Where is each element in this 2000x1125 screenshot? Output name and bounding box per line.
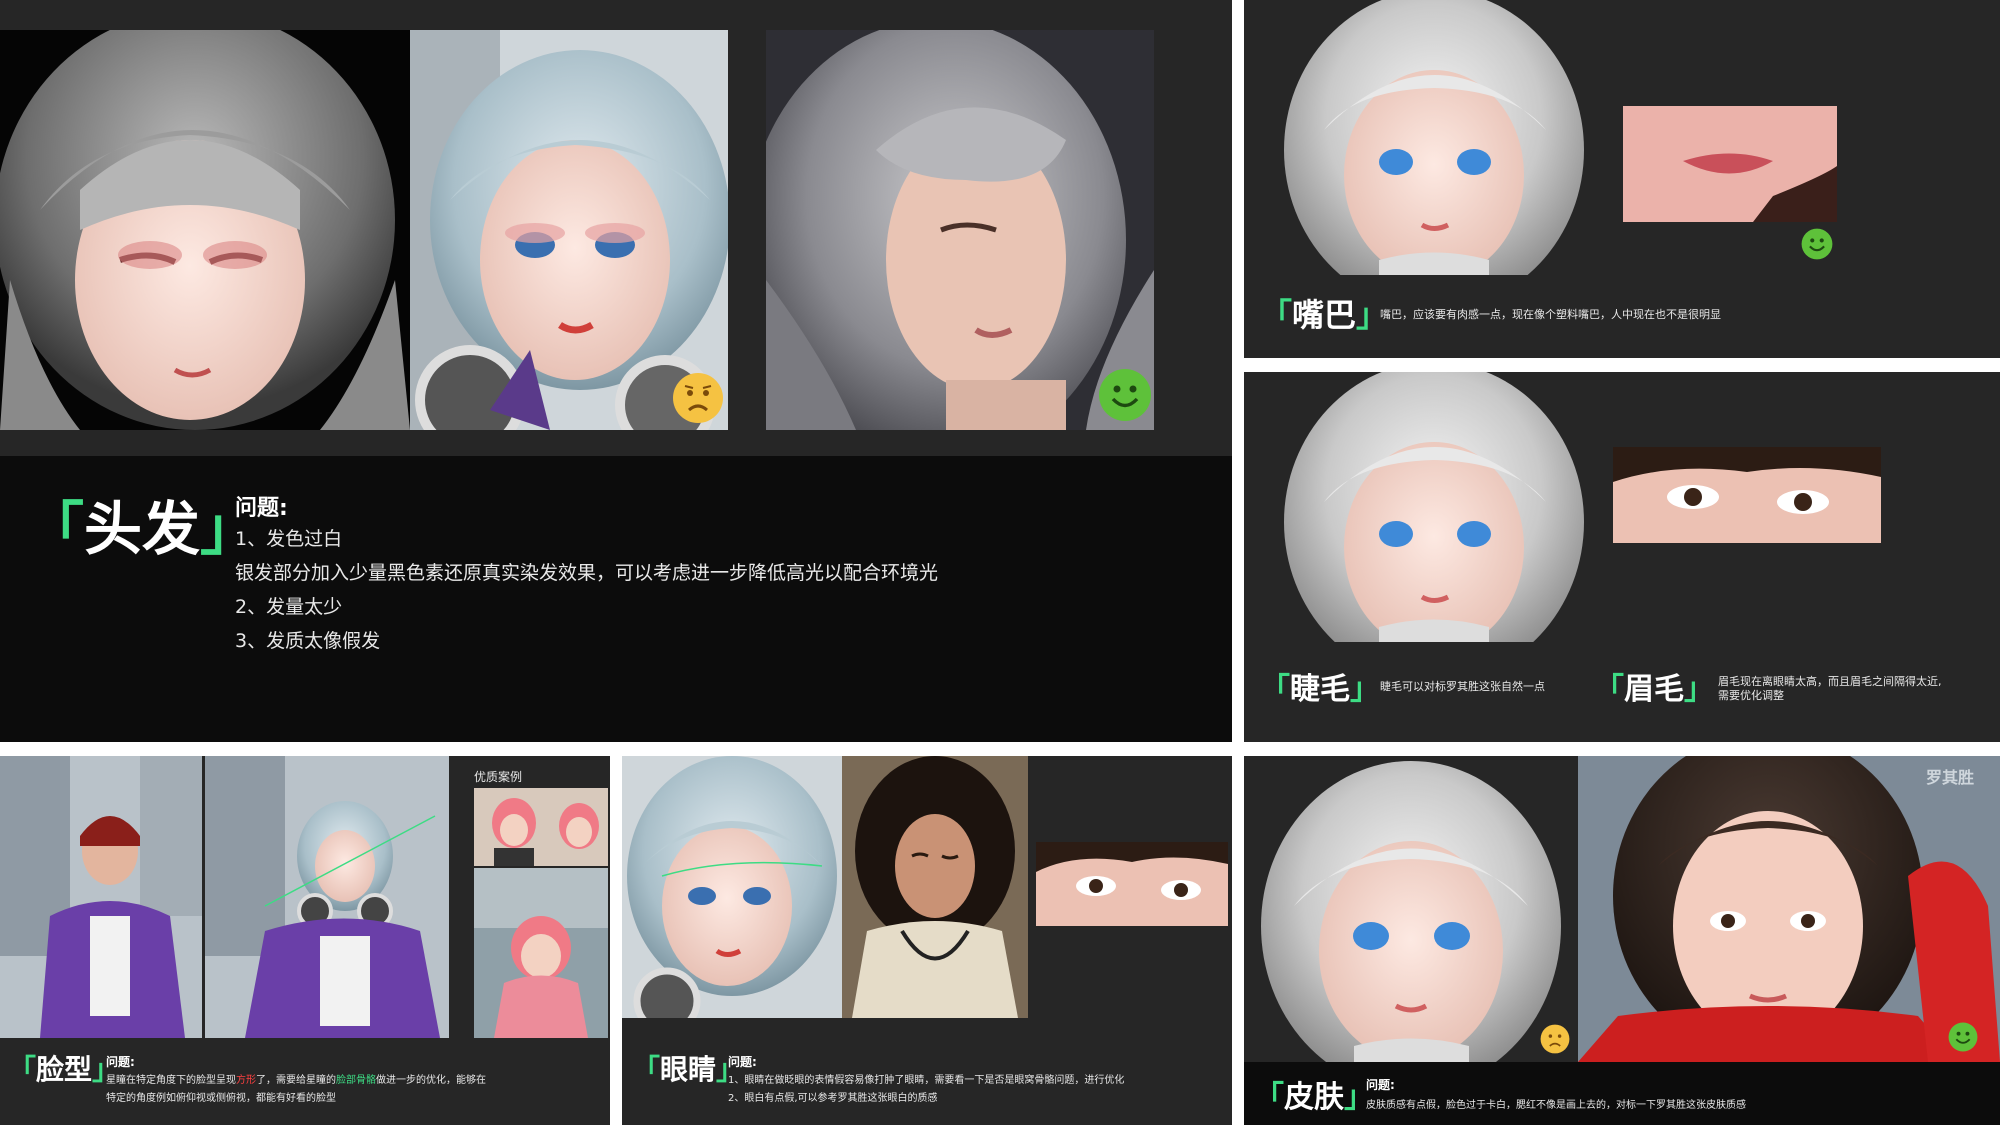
avatar-silver-photo-mouth [1284, 0, 1584, 275]
avatar-silver-photo-eyelash [1284, 372, 1584, 642]
eyes-line-1: 1、眼睛在做眨眼的表情假容易像打肿了眼睛，需要看一下是否是眼窝骨骼问题，进行优化 [728, 1075, 1125, 1086]
eyebrow-desc-line-2: 需要优化调整 [1718, 689, 1784, 702]
showcase-label: 优质案例 [474, 770, 523, 784]
sad-face-icon [1540, 1024, 1570, 1054]
happy-face-icon [1098, 368, 1152, 422]
sad-face-icon [672, 372, 724, 424]
avatar-silver-photo-skin [1244, 756, 1578, 1062]
showcase-photo-2 [474, 868, 608, 1038]
face-line-1: 星瞳在特定角度下的脸型呈现方形了，需要给星瞳的脸部骨骼做进一步的优化，能够在 [106, 1075, 486, 1086]
hair-line-1: 1、发色过白 [235, 528, 343, 550]
reference-girl-red-hoodie-photo [1578, 756, 2000, 1062]
eyes-line-2: 2、眼白有点假,可以参考罗其胜这张眼白的质感 [728, 1093, 938, 1104]
hair-text-area: 「头发」 问题: 1、发色过白 银发部分加入少量黑色素还原真实染发效果，可以考虑… [0, 456, 1232, 742]
eyelash-title: 「睫毛」 [1260, 672, 1380, 707]
showcase-photo-1 [474, 788, 608, 866]
reference-eyes-close-photo [1036, 842, 1228, 926]
mouth-title: 「嘴巴」 [1260, 296, 1389, 334]
hair-problem-label: 问题: [235, 496, 288, 521]
face-line-2: 特定的角度例如俯仰视或侧俯视，都能有好看的脸型 [106, 1093, 336, 1104]
skin-problem-label: 问题: [1366, 1078, 1395, 1092]
reference-eyes-photo [1613, 447, 1881, 543]
skin-line-1: 皮肤质感有点假，脸色过于卡白，腮红不像是画上去的，对标一下罗其胜这张皮肤质感 [1366, 1100, 1746, 1111]
avatar-purple-jacket-photo [205, 756, 449, 1038]
happy-face-icon [1948, 1022, 1978, 1052]
skin-text-area: 「皮肤」 问题: 皮肤质感有点假，脸色过于卡白，腮红不像是画上去的，对标一下罗其… [1244, 1062, 2000, 1125]
mouth-desc: 嘴巴，应该要有肉感一点，现在像个塑料嘴巴，人中现在也不是很明显 [1380, 308, 1721, 321]
eyes-slide: 「眼睛」 问题: 1、眼睛在做眨眼的表情假容易像打肿了眼睛，需要看一下是否是眼窝… [622, 756, 1232, 1125]
skin-slide: 罗其胜 「皮肤」 问题: 皮肤质感有点假，脸色过于卡白，腮红不像是画上去的，对标… [1244, 756, 2000, 1125]
mouth-slide: 「嘴巴」 嘴巴，应该要有肉感一点，现在像个塑料嘴巴，人中现在也不是很明显 [1244, 0, 2000, 358]
eyes-problem-label: 问题: [728, 1055, 757, 1069]
hair-title: 「头发」 [26, 495, 259, 563]
happy-face-icon [1801, 228, 1833, 260]
avatar-blue-hair-photo [410, 30, 728, 430]
reference-mouth-photo [1623, 106, 1837, 222]
face-problem-label: 问题: [106, 1055, 135, 1069]
face-shape-slide: 优质案例 「脸型」 问题: 星瞳在特定角度下的脸型呈现方形了，需要给星瞳的脸部骨… [0, 756, 610, 1125]
eyelash-desc: 睫毛可以对标罗其胜这张自然一点 [1380, 680, 1545, 693]
face-title: 「脸型」 [8, 1053, 121, 1086]
reference-name-label: 罗其胜 [1926, 768, 1975, 787]
hair-line-3: 2、发量太少 [235, 596, 343, 618]
reference-girl-purple-jacket-photo [0, 756, 202, 1038]
avatar-grey-hair-photo [0, 30, 410, 430]
avatar-blue-hair-eyes-photo [622, 756, 842, 1018]
hair-line-2: 银发部分加入少量黑色素还原真实染发效果，可以考虑进一步降低高光以配合环境光 [235, 562, 939, 584]
hair-line-4: 3、发质太像假发 [235, 630, 381, 652]
eyelash-eyebrow-slide: 「睫毛」 睫毛可以对标罗其胜这张自然一点 「眉毛」 眉毛现在离眼睛太高，而且眉毛… [1244, 372, 2000, 742]
reference-girl-wink-photo [842, 756, 1028, 1018]
hair-slide: 「头发」 问题: 1、发色过白 银发部分加入少量黑色素还原真实染发效果，可以考虑… [0, 0, 1232, 742]
reference-silver-hair-photo [766, 30, 1154, 430]
skin-title: 「皮肤」 [1254, 1080, 1374, 1115]
eyebrow-title: 「眉毛」 [1594, 672, 1714, 707]
